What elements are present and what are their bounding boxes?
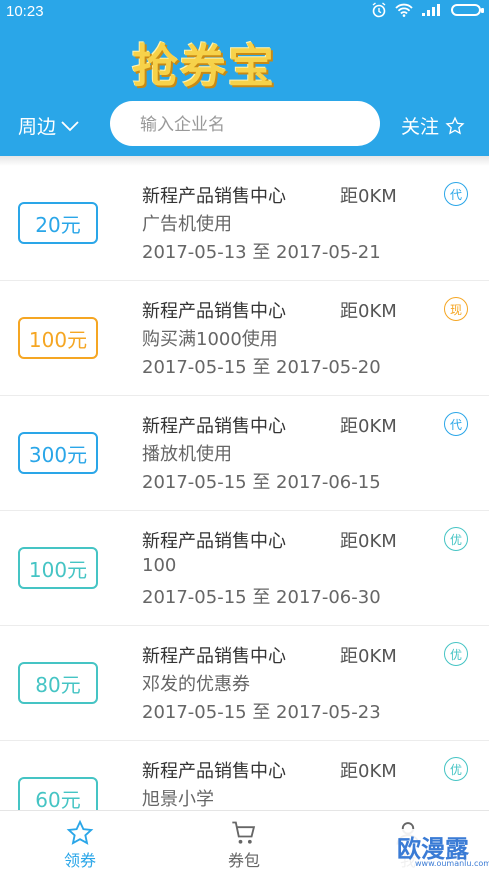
coupon-row[interactable]: 80元 新程产品销售中心 距0KM 优邓发的优惠券 2017-05-15 至 2017-… — [0, 626, 489, 741]
app-header: 10:23 抢券宝 周边 关注 — [0, 0, 489, 156]
coupon-row[interactable]: 100元 新程产品销售中心 距0KM 优 100 2017-05-15 至 2017-06… — [0, 511, 489, 626]
coupon-distance: 距0KM — [340, 761, 397, 782]
coupon-amount-badge: 80元 — [18, 662, 98, 704]
signal-icon — [422, 4, 440, 16]
status-time: 10:23 — [6, 3, 44, 20]
tab-label: 领券 — [63, 851, 96, 870]
coupon-type-tag: 优 — [444, 527, 468, 551]
location-selector[interactable]: 周边 — [18, 112, 80, 139]
coupon-description: 购买满1000使用 — [142, 329, 278, 350]
coupon-amount-badge: 60元 — [18, 777, 98, 810]
coupon-company: 新程产品销售中心 — [142, 531, 286, 552]
coupon-date-range: 2017-05-15 至 2017-06-15 — [142, 472, 381, 493]
coupon-row[interactable]: 300元 新程产品销售中心 距0KM 代播放机使用 2017-05-15 至 2017-… — [0, 396, 489, 511]
coupon-description: 100 — [142, 555, 177, 576]
tab-label: 券包 — [227, 851, 260, 870]
coupon-company: 新程产品销售中心 — [142, 301, 286, 322]
star-outline-icon — [445, 116, 465, 134]
coupon-description: 邓发的优惠券 — [142, 674, 250, 695]
coupon-type-tag: 优 — [444, 757, 468, 781]
tab-wallet[interactable]: 券包 — [194, 819, 294, 871]
coupon-date-range: 2017-05-15 至 2017-06-30 — [142, 587, 381, 608]
coupon-description: 广告机使用 — [142, 214, 232, 235]
coupon-company: 新程产品销售中心 — [142, 416, 286, 437]
coupon-type-tag: 代 — [444, 182, 468, 206]
coupon-type-tag: 现 — [444, 297, 468, 321]
logo-text: 抢券宝 — [132, 39, 276, 93]
coupon-distance: 距0KM — [340, 301, 397, 322]
coupon-description: 播放机使用 — [142, 444, 232, 465]
coupon-distance: 距0KM — [340, 186, 397, 207]
coupon-type-tag: 优 — [444, 642, 468, 666]
coupon-amount-badge: 300元 — [18, 432, 98, 474]
coupon-distance: 距0KM — [340, 646, 397, 667]
coupon-distance: 距0KM — [340, 416, 397, 437]
battery-icon — [451, 4, 484, 16]
coupon-amount-badge: 20元 — [18, 202, 98, 244]
coupon-amount-badge: 100元 — [18, 317, 98, 359]
alarm-icon — [372, 2, 386, 18]
follow-button[interactable]: 关注 — [401, 112, 465, 139]
coupon-company: 新程产品销售中心 — [142, 186, 286, 207]
coupon-date-range: 2017-05-13 至 2017-05-21 — [142, 242, 381, 263]
coupon-distance: 距0KM — [340, 531, 397, 552]
location-label: 周边 — [18, 116, 57, 138]
search-input[interactable] — [138, 101, 372, 148]
bottom-tab-bar: 领券 券包 我 欧漫露 www.oumanlu.com — [0, 810, 489, 875]
header-shadow — [0, 156, 489, 166]
coupon-company: 新程产品销售中心 — [142, 646, 286, 667]
coupon-row[interactable]: 60元 新程产品销售中心 距0KM 优旭景小学 — [0, 741, 489, 810]
coupon-type-tag: 代 — [444, 412, 468, 436]
follow-label: 关注 — [400, 116, 439, 138]
coupon-company: 新程产品销售中心 — [142, 761, 286, 782]
app-logo: 抢券宝 — [132, 30, 312, 93]
coupon-date-range: 2017-05-15 至 2017-05-20 — [142, 357, 381, 378]
star-icon — [66, 819, 94, 845]
search-box — [110, 101, 380, 148]
status-bar: 10:23 — [0, 0, 489, 24]
coupon-list[interactable]: 20元 新程产品销售中心 距0KM 代广告机使用 2017-05-13 至 2017-0… — [0, 166, 489, 810]
status-icons — [371, 2, 484, 18]
coupon-date-range: 2017-05-15 至 2017-05-23 — [142, 702, 381, 723]
coupon-row[interactable]: 20元 新程产品销售中心 距0KM 代广告机使用 2017-05-13 至 2017-0… — [0, 166, 489, 281]
coupon-amount-badge: 100元 — [18, 547, 98, 589]
chevron-down-icon — [61, 120, 79, 131]
watermark: 欧漫露 www.oumanlu.com — [393, 829, 489, 871]
tab-coupons[interactable]: 领券 — [30, 819, 130, 871]
wifi-icon — [395, 3, 413, 17]
coupon-description: 旭景小学 — [142, 789, 214, 810]
coupon-row[interactable]: 100元 新程产品销售中心 距0KM 现购买满1000使用 2017-05-15 至 2… — [0, 281, 489, 396]
cart-icon — [232, 821, 256, 844]
watermark-sub: www.oumanlu.com — [415, 859, 489, 868]
